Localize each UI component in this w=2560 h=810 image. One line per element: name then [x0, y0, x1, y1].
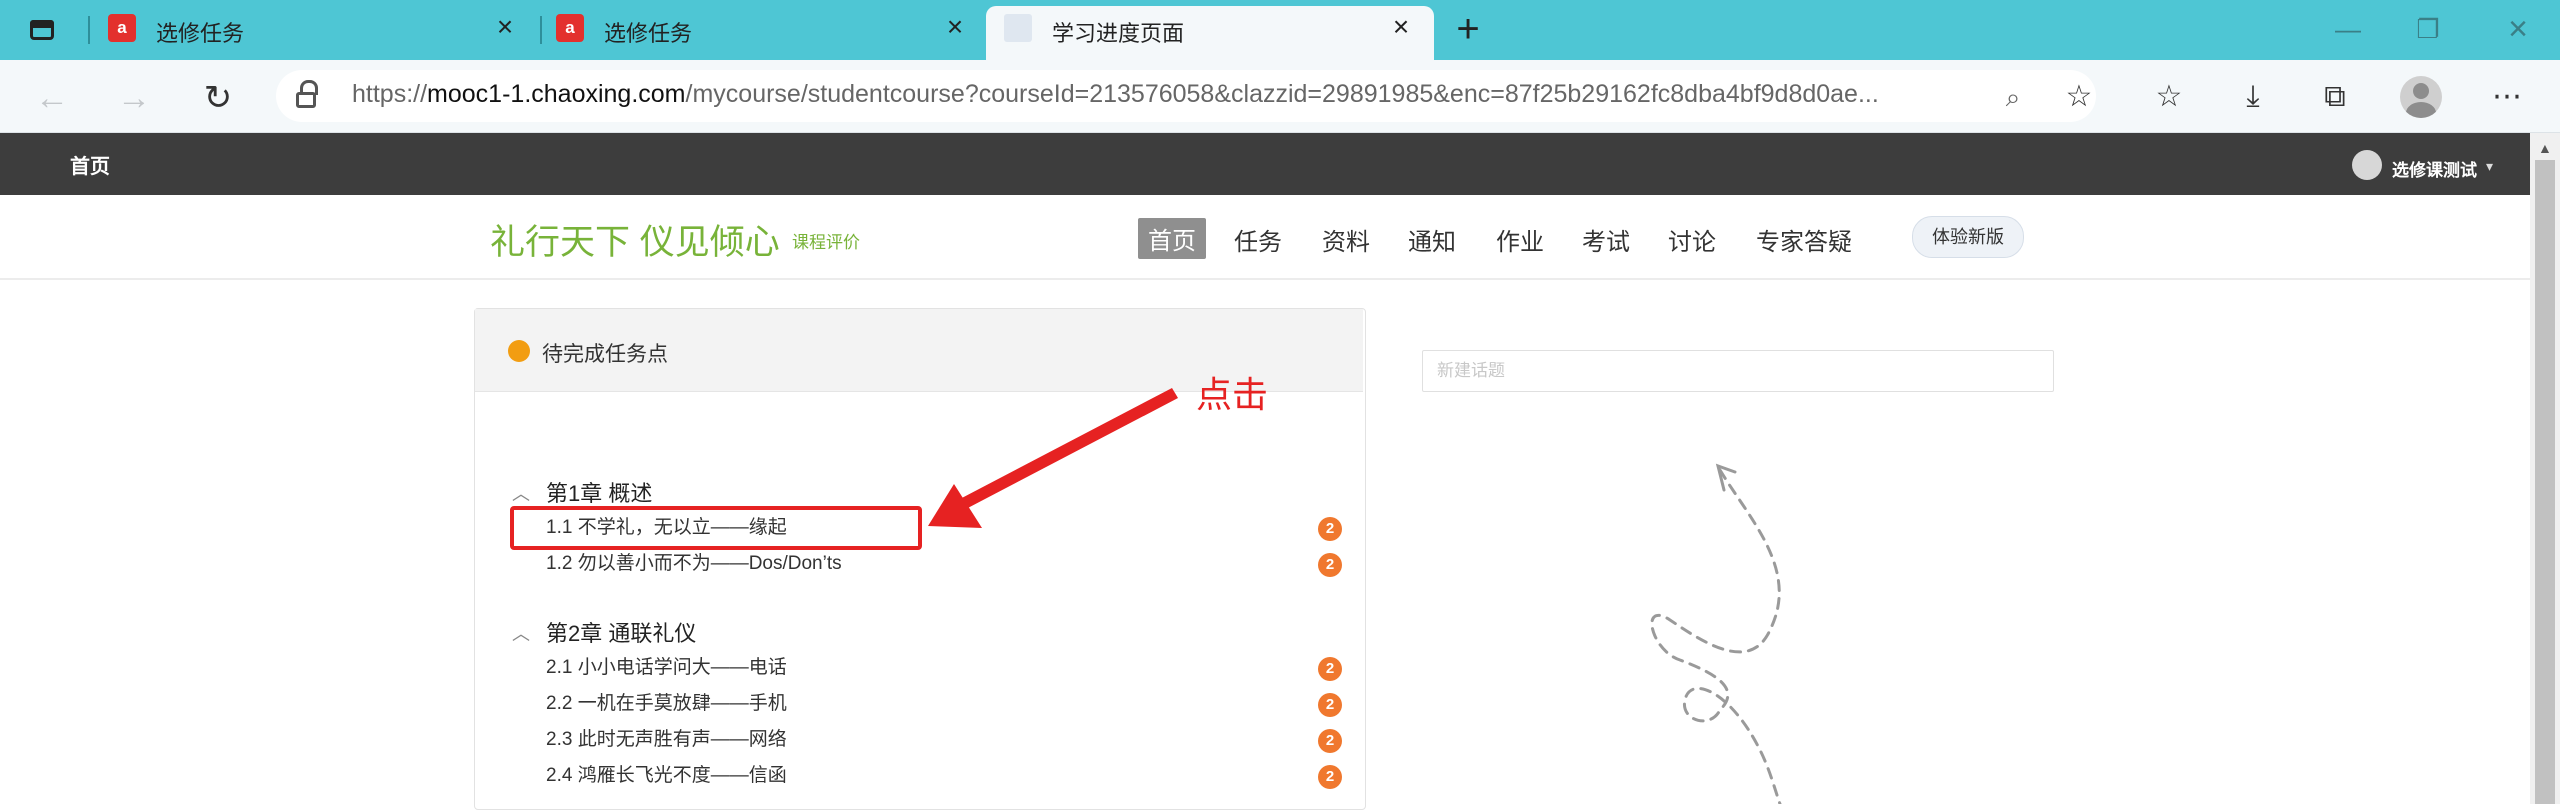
caret-down-icon[interactable]: ▾	[2486, 158, 2493, 175]
url-path: /mycourse/studentcourse?courseId=2135760…	[685, 80, 1879, 108]
nav-discussion[interactable]: 讨论	[1668, 222, 1716, 257]
new-topic-input[interactable]	[1422, 350, 2054, 392]
tab-title: 选修任务	[604, 21, 693, 46]
section-link[interactable]: 2.1 小小电话学问大——电话	[546, 652, 787, 679]
user-name[interactable]: 选修课测试	[2392, 156, 2477, 181]
task-count-badge: 2	[1318, 553, 1342, 577]
close-tab-icon[interactable]: ×	[1384, 10, 1418, 44]
nav-tasks[interactable]: 任务	[1234, 222, 1282, 257]
section-link[interactable]: 2.4 鸿雁长飞光不度——信函	[546, 760, 787, 787]
pending-tasks-title: 待完成任务点	[542, 343, 668, 366]
chaoxing-logo-icon: a	[108, 14, 136, 42]
new-tab-icon[interactable]: +	[1446, 8, 1490, 52]
scrollbar-thumb[interactable]	[2535, 160, 2555, 804]
more-menu-icon[interactable]: ⋯	[2484, 74, 2530, 120]
annotation-arrow-head	[928, 484, 982, 528]
try-new-version-button[interactable]: 体验新版	[1912, 216, 2024, 258]
reload-icon[interactable]: ↻	[196, 76, 240, 120]
zoom-icon[interactable]: ⌕	[1990, 74, 2036, 120]
nav-exams[interactable]: 考试	[1582, 222, 1630, 257]
nav-homework[interactable]: 作业	[1496, 222, 1544, 257]
url-host: mooc1-1.chaoxing.com	[427, 80, 686, 108]
chevron-up-icon[interactable]: ︿	[512, 620, 530, 646]
site-header	[0, 133, 2530, 195]
tab-title: 选修任务	[156, 21, 245, 46]
user-avatar[interactable]	[2352, 150, 2382, 180]
section-link[interactable]: 1.2 勿以善小而不为——Dos/Don’ts	[546, 548, 842, 575]
task-count-badge: 2	[1318, 657, 1342, 681]
chevron-up-icon[interactable]: ︿	[512, 480, 530, 506]
decorative-dashed-arrow	[1650, 463, 1782, 804]
back-icon[interactable]: ←	[30, 76, 74, 120]
section-link[interactable]: 2.2 一机在手莫放肆——手机	[546, 688, 787, 715]
close-tab-icon[interactable]: ×	[938, 10, 972, 44]
home-link[interactable]: 首页	[70, 150, 110, 179]
favorites-icon[interactable]: ☆	[2146, 74, 2192, 120]
nav-home[interactable]: 首页	[1138, 218, 1206, 259]
collections-icon[interactable]: ⧉	[2312, 74, 2358, 120]
page-icon	[1004, 14, 1032, 42]
chapter-title[interactable]: 第1章 概述	[546, 476, 652, 508]
annotation-arrow	[928, 388, 1178, 528]
tab-separator	[540, 16, 542, 44]
course-evaluation-link[interactable]: 课程评价	[792, 228, 860, 253]
url-text[interactable]: https://mooc1-1.chaoxing.com/mycourse/st…	[352, 80, 1879, 109]
dashed-loop-path	[1650, 468, 1782, 804]
lock-icon[interactable]	[296, 80, 318, 110]
click-annotation: 点击	[1196, 374, 1269, 415]
download-icon[interactable]: ⤓	[2230, 74, 2276, 120]
tab-separator	[88, 16, 90, 44]
annotation-arrow-shaft	[958, 388, 1178, 510]
section-link[interactable]: 2.3 此时无声胜有声——网络	[546, 724, 787, 751]
divider	[0, 278, 2530, 280]
nav-expert-qa[interactable]: 专家答疑	[1756, 222, 1852, 257]
scroll-up-icon[interactable]: ▲	[2538, 140, 2552, 156]
add-favorite-icon[interactable]: ☆	[2056, 74, 2102, 120]
chaoxing-logo-icon: a	[556, 14, 584, 42]
highlight-box	[510, 506, 922, 550]
pending-dot-icon	[508, 340, 530, 362]
task-count-badge: 2	[1318, 693, 1342, 717]
tab-actions-icon[interactable]	[26, 14, 60, 46]
tab-title: 学习进度页面	[1052, 21, 1185, 46]
course-title: 礼行天下 仪见倾心	[490, 223, 780, 262]
nav-materials[interactable]: 资料	[1322, 222, 1370, 257]
restore-icon[interactable]: ❐	[2398, 6, 2458, 52]
close-window-icon[interactable]: ×	[2488, 6, 2548, 52]
chapter-title[interactable]: 第2章 通联礼仪	[546, 616, 696, 648]
url-prefix: https://	[352, 80, 428, 108]
task-count-badge: 2	[1318, 517, 1342, 541]
task-count-badge: 2	[1318, 765, 1342, 789]
task-count-badge: 2	[1318, 729, 1342, 753]
minimize-icon[interactable]: —	[2318, 6, 2378, 52]
close-tab-icon[interactable]: ×	[488, 10, 522, 44]
profile-avatar[interactable]	[2400, 76, 2442, 118]
nav-notices[interactable]: 通知	[1408, 222, 1456, 257]
forward-icon[interactable]: →	[112, 76, 156, 120]
